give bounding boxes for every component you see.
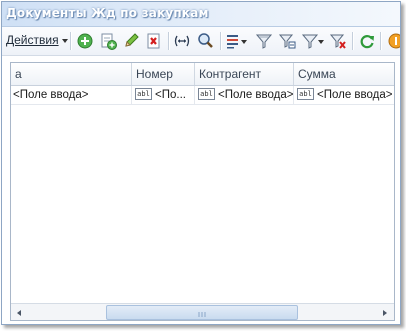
- add-icon: [77, 33, 93, 49]
- find-button[interactable]: [196, 31, 216, 51]
- clear-filter-icon: [329, 34, 346, 49]
- scroll-right-button[interactable]: [377, 305, 392, 319]
- interval-icon: [174, 35, 190, 47]
- column-header-number[interactable]: Номер: [132, 63, 195, 85]
- cell-number-value: <По...: [155, 89, 186, 101]
- column-header-counterparty[interactable]: Контрагент: [195, 63, 294, 85]
- text-field-icon: abl: [135, 87, 152, 100]
- window-titlebar[interactable]: Документы Жд по закупкам: [2, 2, 400, 27]
- cell-counterparty[interactable]: abl <Поле ввода>: [195, 86, 294, 104]
- text-field-icon: abl: [297, 87, 314, 100]
- horizontal-scrollbar[interactable]: [11, 303, 394, 320]
- structure-button[interactable]: [224, 31, 250, 51]
- refresh-icon: [360, 35, 374, 49]
- find-icon: [198, 33, 213, 48]
- document-table[interactable]: а Номер Контрагент Сумма <Поле ввода> ab…: [10, 62, 395, 321]
- column-header-date[interactable]: а: [11, 63, 132, 85]
- edit-button[interactable]: [121, 31, 141, 51]
- toolbar: Действия: [2, 27, 400, 56]
- structure-icon: [227, 35, 247, 49]
- delete-icon: [147, 33, 160, 49]
- delete-button[interactable]: [144, 31, 164, 51]
- toolbar-separator: [168, 32, 170, 50]
- help-button[interactable]: [386, 31, 400, 51]
- scrollbar-thumb[interactable]: [106, 305, 298, 320]
- arrow-right-icon: [383, 310, 387, 316]
- toolbar-separator: [380, 32, 382, 50]
- window-title: Документы Жд по закупкам: [6, 6, 209, 20]
- help-icon: [388, 33, 400, 49]
- filter-icon: [255, 34, 273, 49]
- refresh-button[interactable]: [357, 31, 377, 51]
- filter-button[interactable]: [254, 31, 274, 51]
- cell-sum[interactable]: abl <Поле ввода>: [294, 86, 394, 104]
- filter-by-value-button[interactable]: [277, 31, 297, 51]
- toolbar-separator: [352, 32, 354, 50]
- arrow-left-icon: [17, 310, 21, 316]
- table-row[interactable]: <Поле ввода> abl <По... abl <Поле ввода> a…: [11, 86, 394, 105]
- document-list-window: Документы Жд по закупкам Действия а Номе…: [1, 1, 401, 325]
- table-header: а Номер Контрагент Сумма: [11, 63, 394, 86]
- cell-counterparty-value: <Поле ввода>: [218, 89, 294, 101]
- toolbar-separator: [220, 32, 222, 50]
- cell-date[interactable]: <Поле ввода>: [11, 86, 132, 104]
- toolbar-separator: [70, 32, 72, 50]
- grip-icon: [198, 312, 206, 317]
- add-button[interactable]: [75, 31, 95, 51]
- clear-filter-button[interactable]: [328, 31, 348, 51]
- cell-date-value: <Поле ввода>: [13, 89, 89, 101]
- edit-icon: [125, 33, 139, 47]
- copy-icon: [101, 33, 117, 50]
- copy-button[interactable]: [98, 31, 118, 51]
- chevron-down-icon: [61, 38, 68, 43]
- cell-sum-value: <Поле ввода>: [317, 89, 393, 101]
- filter-by-value-icon: [278, 34, 296, 49]
- actions-menu-button[interactable]: Действия: [6, 33, 68, 47]
- cell-number[interactable]: abl <По...: [132, 86, 195, 104]
- filter-history-icon: [301, 34, 324, 49]
- text-field-icon: abl: [198, 87, 215, 100]
- column-header-sum[interactable]: Сумма: [294, 63, 394, 85]
- filter-history-button[interactable]: [300, 31, 326, 51]
- actions-menu-label: Действия: [6, 33, 59, 47]
- interval-button[interactable]: [172, 31, 192, 51]
- scroll-left-button[interactable]: [12, 305, 27, 319]
